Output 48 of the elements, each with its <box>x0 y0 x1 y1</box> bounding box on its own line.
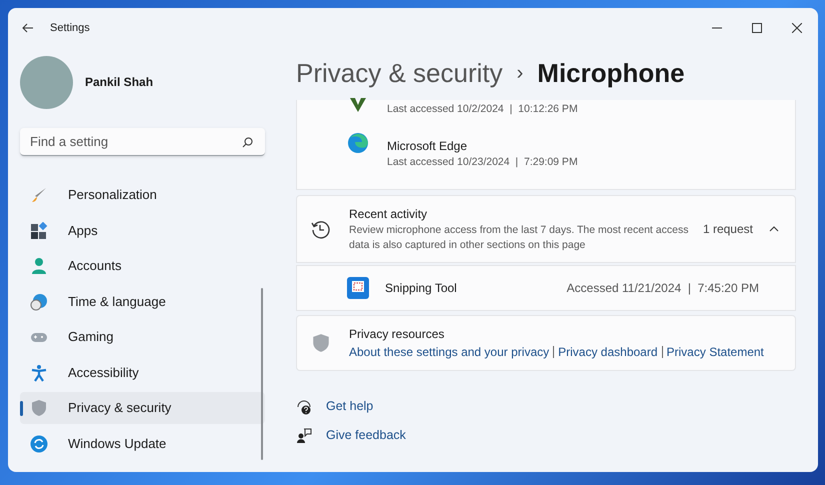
maximize-icon[interactable] <box>752 23 762 33</box>
feedback-icon <box>296 428 312 444</box>
accessed-text: Accessed 11/21/2024 | 7:45:20 PM <box>566 280 759 297</box>
search-icon <box>242 137 253 148</box>
section-description: Review microphone access from the last 7 days. The most recent access data is also captured in other sections on this page <box>349 223 690 253</box>
close-icon[interactable] <box>792 23 802 33</box>
section-title: Recent activity <box>349 206 428 223</box>
v-logo-icon <box>349 98 367 112</box>
nav-item[interactable]: Time & language <box>20 286 265 318</box>
app-name: Snipping Tool <box>385 280 457 297</box>
person-icon <box>30 257 48 275</box>
recent-activity-header[interactable]: Recent activity Review microphone access from the last 7 days. The most recent access data is also captured in other sections on this page 1 request <box>296 195 796 263</box>
shield-icon <box>30 399 48 417</box>
privacy-link[interactable]: Privacy Statement <box>666 343 764 361</box>
footer-link[interactable]: Give feedback <box>326 426 406 445</box>
section-title: Privacy resources <box>349 326 446 343</box>
breadcrumb-parent[interactable]: Privacy & security <box>296 54 503 92</box>
globe-clock-icon <box>30 292 48 310</box>
request-count: 1 request <box>702 221 753 238</box>
chevron-icon[interactable] <box>769 226 779 232</box>
search-field[interactable]: Find a setting <box>20 128 265 156</box>
paintbrush-icon <box>30 186 48 204</box>
privacy-link[interactable]: Privacy dashboard <box>558 343 658 361</box>
browser-logo-icon <box>347 132 369 154</box>
last-accessed-text: Last accessed 10/23/2024 | 7:29:09 PM <box>387 155 578 170</box>
last-accessed-text: Last accessed 10/2/2024 | 10:12:26 PM <box>387 102 578 118</box>
nav-item[interactable]: Apps <box>20 214 265 246</box>
nav-item[interactable]: Accounts <box>20 250 265 282</box>
shield-icon <box>311 333 331 353</box>
profile-name: Pankil Shah <box>85 74 154 91</box>
accessibility-icon <box>30 364 48 382</box>
breadcrumb-separator: › <box>516 61 524 86</box>
nav-item[interactable]: Personalization <box>20 179 265 211</box>
sync-icon <box>30 434 48 452</box>
page-title: Microphone <box>537 56 685 90</box>
window-title: Settings <box>50 20 90 36</box>
apps-icon <box>30 222 48 240</box>
nav-item[interactable]: Accessibility <box>20 356 265 388</box>
history-icon <box>311 219 331 239</box>
back-arrow-icon[interactable] <box>22 22 34 34</box>
snipping-tool-icon <box>347 277 369 299</box>
privacy-link[interactable]: About these settings and your privacy <box>349 343 550 361</box>
help-icon <box>296 398 312 414</box>
nav-item[interactable]: Windows Update <box>20 428 265 460</box>
nav-item[interactable]: Gaming <box>20 321 265 353</box>
nav-item[interactable]: Privacy & security <box>20 392 265 424</box>
app-name: Microsoft Edge <box>387 138 468 156</box>
footer-link[interactable]: Get help <box>326 397 374 416</box>
